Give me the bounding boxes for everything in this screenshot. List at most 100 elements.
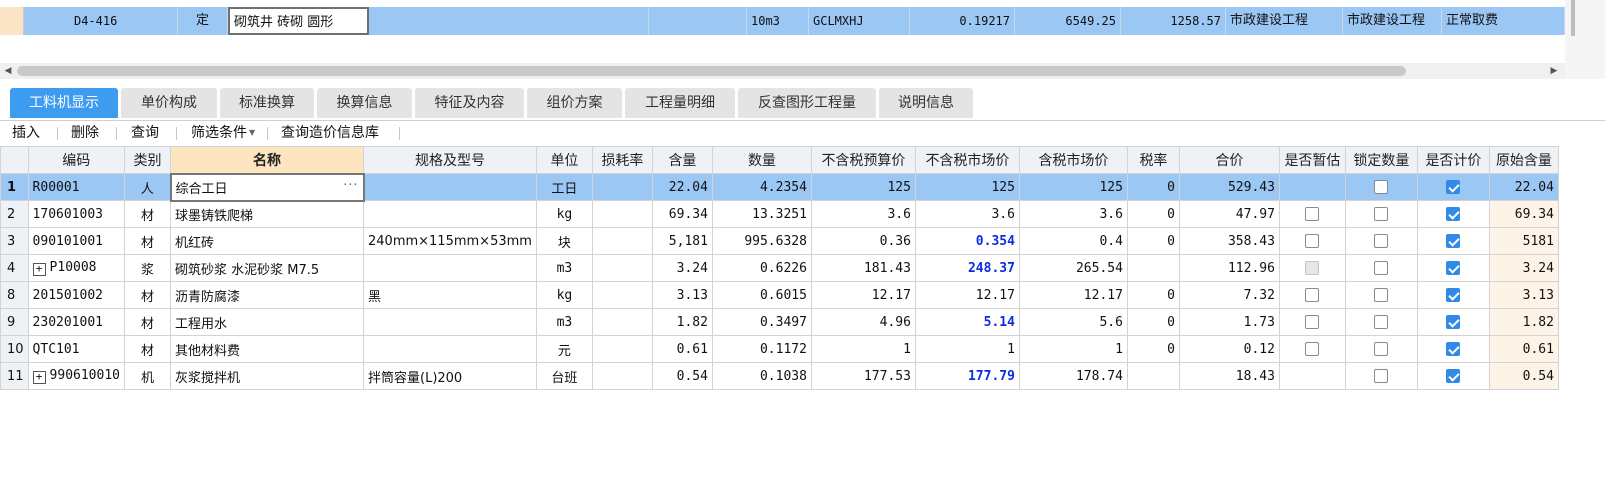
is-priced-checkbox[interactable] [1446,234,1461,248]
cell-quantity[interactable]: 0.6015 [711,281,812,309]
cell-quantity[interactable]: 0.3497 [711,308,812,336]
cell-loss-rate[interactable] [591,200,653,228]
header-content[interactable]: 含量 [651,146,713,174]
cell-market-price-tax[interactable]: 125 [1018,173,1128,201]
cell-spec[interactable]: 黑 [363,281,537,309]
tab-reverse-graphic-quantity[interactable]: 反查图形工程量 [738,88,876,118]
cell-loss-rate[interactable] [591,308,653,336]
cell-quantity[interactable]: 13.3251 [711,200,812,228]
cell-budget-price[interactable]: 181.43 [810,254,916,282]
is-estimated-cell[interactable] [1278,254,1346,282]
table-row[interactable]: 4 + P10008 浆砌筑砂浆 水泥砂浆 M7.5 m3 3.24 0.6226 181.4… [0,254,1559,282]
cell-name[interactable]: 砌筑砂浆 水泥砂浆 M7.5 [170,254,364,282]
cell-name[interactable]: 工程用水 [170,308,364,336]
is-priced-cell[interactable] [1416,200,1490,228]
cell-original-content[interactable]: 22.04 [1488,173,1559,201]
lock-quantity-cell[interactable] [1344,173,1418,201]
cell-budget-price[interactable]: 0.36 [810,227,916,255]
is-estimated-checkbox[interactable] [1305,207,1320,221]
table-row[interactable]: 2 170601003 材球墨铸铁爬梯 kg 69.34 13.3251 3.6 3.6 3.6… [0,200,1559,228]
delete-button[interactable]: 删除 [71,121,99,145]
cell-type[interactable]: 材 [124,200,171,228]
cell-tax-rate[interactable]: 0 [1126,200,1180,228]
cell-budget-price[interactable]: 177.53 [810,362,916,390]
cell-market-price-tax[interactable]: 5.6 [1018,308,1128,336]
cell-content[interactable]: 3.13 [651,281,713,309]
header-lock-quantity[interactable]: 锁定数量 [1344,146,1418,174]
is-priced-checkbox[interactable] [1446,180,1461,194]
tab-material-display[interactable]: 工料机显示 [10,88,118,118]
is-estimated-cell[interactable] [1278,308,1346,336]
is-estimated-checkbox[interactable] [1305,234,1320,248]
cell-quantity[interactable]: 0.1038 [711,362,812,390]
cell-content[interactable]: 69.34 [651,200,713,228]
table-row[interactable]: 9 230201001 材工程用水 m3 1.82 0.3497 4.96 5.14 5.6 0 1… [0,308,1559,336]
is-priced-cell[interactable] [1416,335,1490,363]
query-price-library-button[interactable]: 查询造价信息库 [281,121,379,145]
horizontal-scrollbar[interactable]: ◀ ▶ [0,63,1565,79]
cell-market-price-tax[interactable]: 265.54 [1018,254,1128,282]
cell-code[interactable]: R00001 [27,173,126,201]
cell-code[interactable]: 170601003 [27,200,126,228]
scroll-right-icon[interactable]: ▶ [1549,65,1559,77]
cell-spec[interactable] [363,308,537,336]
is-priced-cell[interactable] [1416,281,1490,309]
cell-original-content[interactable]: 0.61 [1488,335,1559,363]
header-is-estimated[interactable]: 是否暂估 [1278,146,1346,174]
cell-unit[interactable]: kg [535,200,593,228]
cell-quantity[interactable]: 4.2354 [711,173,812,201]
cell-tax-rate[interactable]: 0 [1126,281,1180,309]
header-market-price-tax[interactable]: 含税市场价 [1018,146,1128,174]
vertical-scrollbar[interactable] [1565,0,1605,79]
is-estimated-cell[interactable] [1278,362,1346,390]
cell-tax-rate[interactable] [1126,362,1180,390]
cell-content[interactable]: 22.04 [651,173,713,201]
cell-type[interactable]: 浆 [124,254,171,282]
is-estimated-cell[interactable] [1278,335,1346,363]
cell-market-price-tax[interactable]: 12.17 [1018,281,1128,309]
query-button[interactable]: 查询 [131,121,159,145]
is-priced-checkbox[interactable] [1446,261,1461,275]
lock-quantity-cell[interactable] [1344,254,1418,282]
cell-unit[interactable]: 台班 [535,362,593,390]
is-priced-cell[interactable] [1416,254,1490,282]
header-quantity[interactable]: 数量 [711,146,812,174]
expand-icon[interactable]: + [32,263,46,276]
lock-quantity-cell[interactable] [1344,308,1418,336]
cell-content[interactable]: 5,181 [651,227,713,255]
cell-name[interactable]: 综合工日 ··· [169,172,365,202]
lock-quantity-checkbox[interactable] [1374,369,1389,383]
item-row-selected[interactable]: D4-416 定 砌筑井 砖砌 圆形 10m3 GCLMXHJ 0.19217 … [0,7,1605,35]
header-loss-rate[interactable]: 损耗率 [591,146,653,174]
tab-features-content[interactable]: 特征及内容 [415,88,524,118]
cell-market-price[interactable]: 12.17 [914,281,1020,309]
cell-budget-price[interactable]: 1 [810,335,916,363]
item-name-field[interactable]: 砌筑井 砖砌 圆形 [228,7,369,35]
cell-market-price[interactable]: 5.14 [914,308,1020,336]
is-estimated-checkbox[interactable] [1305,288,1320,302]
cell-name[interactable]: 机红砖 [170,227,364,255]
is-estimated-checkbox[interactable] [1305,315,1320,329]
cell-spec[interactable] [363,200,537,228]
cell-quantity[interactable]: 995.6328 [711,227,812,255]
lock-quantity-checkbox[interactable] [1374,180,1389,194]
tab-standard-conversion[interactable]: 标准换算 [220,88,314,118]
lock-quantity-checkbox[interactable] [1374,342,1389,356]
cell-budget-price[interactable]: 3.6 [810,200,916,228]
cell-budget-price[interactable]: 12.17 [810,281,916,309]
cell-original-content[interactable]: 69.34 [1488,200,1559,228]
lock-quantity-cell[interactable] [1344,281,1418,309]
cell-market-price-tax[interactable]: 0.4 [1018,227,1128,255]
cell-market-price[interactable]: 248.37 [914,254,1020,282]
cell-name[interactable]: 灰浆搅拌机 [170,362,364,390]
cell-loss-rate[interactable] [591,254,653,282]
scroll-left-icon[interactable]: ◀ [3,65,13,77]
header-spec[interactable]: 规格及型号 [363,146,537,174]
cell-spec[interactable] [363,335,537,363]
tab-description-info[interactable]: 说明信息 [879,88,973,118]
cell-content[interactable]: 0.61 [651,335,713,363]
cell-type[interactable]: 材 [124,281,171,309]
cell-loss-rate[interactable] [591,281,653,309]
cell-content[interactable]: 0.54 [651,362,713,390]
cell-name[interactable]: 沥青防腐漆 [170,281,364,309]
